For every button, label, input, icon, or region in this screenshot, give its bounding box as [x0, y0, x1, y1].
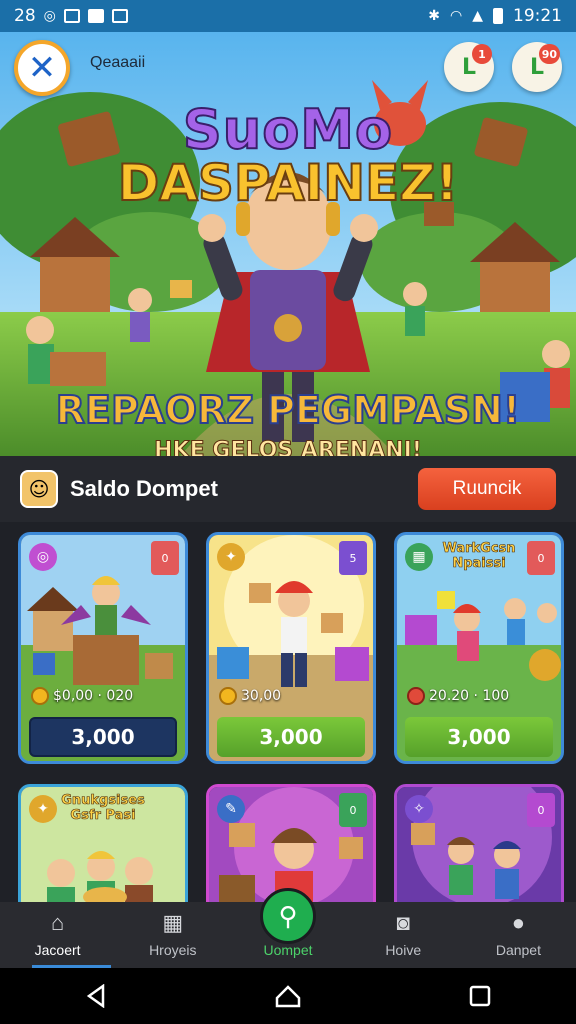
nav-label: Hroyeis — [149, 942, 197, 958]
wifi-icon: ◠ — [450, 8, 463, 24]
card-amount: 30,00 — [219, 687, 281, 705]
camera-icon: ◙ — [396, 910, 410, 935]
status-time-left: 28 — [14, 6, 36, 26]
system-nav-bar — [0, 968, 576, 1024]
hero-title-line1: SuoMo — [182, 97, 394, 162]
rewards-count-badge: 1 — [472, 44, 492, 64]
coin-icon — [31, 687, 49, 705]
status-time: 19:21 — [513, 6, 562, 26]
card-amount-value: 30,00 — [241, 688, 282, 704]
bottom-nav: ⌂ Jacoert ▦ Hroyeis ⚲ Uompet ◙ Hoive ● D… — [0, 888, 576, 968]
nav-label: Jacoert — [34, 942, 81, 958]
recents-button[interactable] — [460, 976, 500, 1016]
rewards-badge-button[interactable]: L 1 — [444, 42, 494, 92]
signal-icon: ▲ — [472, 8, 483, 24]
home-icon: ⌂ — [50, 910, 65, 935]
nav-label: Danpet — [495, 942, 541, 958]
hero-user-label: Qeaaaii — [90, 54, 146, 71]
battery-icon — [493, 8, 503, 24]
nav-label: Uompet — [263, 942, 313, 958]
wallet-header: ☺ Saldo Dompet Ruuncik — [0, 456, 576, 522]
back-button[interactable] — [76, 976, 116, 1016]
card-amount-value: $0,00 · 020 — [53, 688, 134, 704]
home-button[interactable] — [268, 976, 308, 1016]
buy-button[interactable]: 3,000 — [217, 717, 365, 757]
package-card[interactable]: ▦ WarkGcsn Npaissi 0 20.20 · 100 3,000 — [394, 532, 564, 764]
android-debug-icon: ◎ — [43, 8, 56, 24]
scroll-icon: ✎ — [217, 795, 245, 823]
inbox-badge-button[interactable]: L 90 — [512, 42, 562, 92]
hero-title-line2: DASPAINEZ! — [117, 153, 460, 213]
nav-item-profile[interactable]: ● Danpet — [461, 902, 576, 968]
target-icon: ◎ — [29, 543, 57, 571]
buy-button[interactable]: 3,000 — [405, 717, 553, 757]
gallery-icon — [87, 9, 104, 23]
nav-item-camera[interactable]: ◙ Hoive — [346, 902, 461, 968]
puzzle-icon: ✧ — [405, 795, 433, 823]
coin-icon — [219, 687, 237, 705]
status-bar: 28 ◎ ✱ ◠ ▲ 19:21 — [0, 0, 576, 32]
close-button[interactable]: ✕ — [14, 40, 70, 96]
bluetooth-icon: ✱ — [428, 8, 440, 24]
hero-banner[interactable]: SuoMo DASPAINEZ! REPAORZ PEGMPASN! HKE G… — [0, 32, 576, 456]
package-card[interactable]: ◎ 0 $0,00 · 020 3,000 — [18, 532, 188, 764]
close-icon: ✕ — [27, 48, 57, 88]
gem-icon — [407, 687, 425, 705]
hero-banner-line1: REPAORZ PEGMPASN! — [55, 387, 521, 433]
buy-button[interactable]: 3,000 — [29, 717, 177, 757]
nav-label: Hoive — [385, 942, 422, 958]
card-tag: 0 — [151, 541, 179, 575]
nav-item-home[interactable]: ⌂ Jacoert — [0, 902, 115, 968]
inbox-count-badge: 90 — [538, 44, 560, 64]
wallet-avatar-icon: ☺ — [20, 470, 58, 508]
card-tag: 0 — [527, 793, 555, 827]
card-title: Gnukgsises Gsfr Pasi — [61, 793, 145, 824]
wallet-action-button[interactable]: Ruuncik — [418, 468, 556, 510]
wallet-title: Saldo Dompet — [70, 476, 218, 501]
nav-item-schedule[interactable]: ▦ Hroyeis — [115, 902, 230, 968]
sim-icon — [63, 9, 80, 23]
home-icon — [275, 985, 301, 1008]
card-title: WarkGcsn Npaissi — [442, 541, 516, 572]
card-amount-value: 20.20 · 100 — [429, 688, 510, 704]
package-card[interactable]: ✦ 5 30,00 3,000 — [206, 532, 376, 764]
card-amount: 20.20 · 100 — [407, 687, 509, 705]
search-icon: ⚲ — [260, 888, 316, 944]
calendar-icon: ▦ — [162, 910, 184, 935]
recents-icon — [469, 985, 491, 1007]
back-icon — [86, 984, 105, 1008]
card-tag: 5 — [339, 541, 367, 575]
notification-icon — [111, 9, 128, 23]
tools-icon: ✦ — [217, 543, 245, 571]
nav-item-wallet[interactable]: ⚲ Uompet — [230, 888, 345, 968]
hero-banner-line2: HKE GELOS ARENANI! — [154, 438, 423, 457]
card-amount: $0,00 · 020 — [31, 687, 133, 705]
card-tag: 0 — [339, 793, 367, 827]
card-tag: 0 — [527, 541, 555, 575]
profile-icon: ● — [511, 910, 526, 935]
